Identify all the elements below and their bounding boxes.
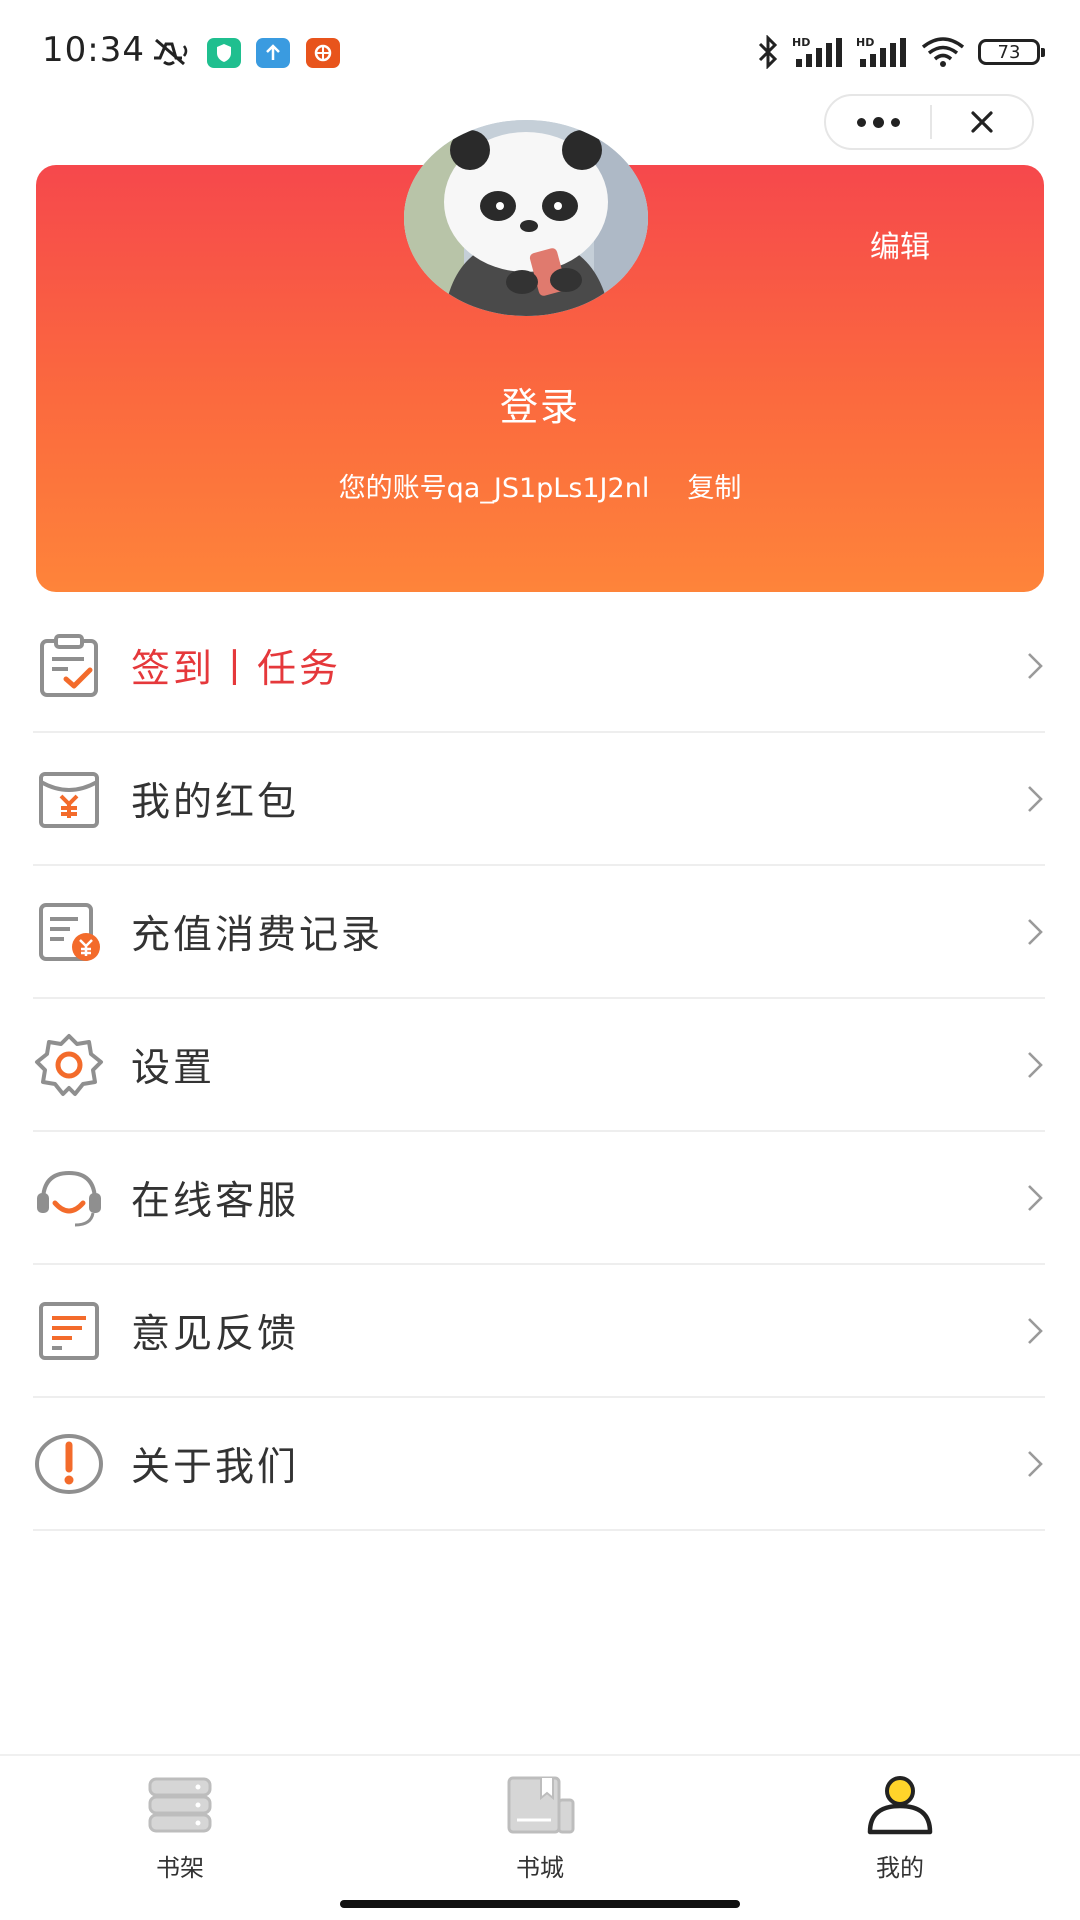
menu-item-checkin-tasks[interactable]: 签到丨任务	[33, 600, 1045, 733]
battery-level: 73	[997, 41, 1021, 63]
menu-item-label: 充值消费记录	[131, 912, 384, 958]
avatar[interactable]	[404, 120, 648, 316]
signal-icon-1: HD	[792, 36, 842, 67]
login-button[interactable]: 登录	[0, 376, 1080, 431]
battery-indicator: 73	[978, 39, 1045, 65]
exclamation-icon	[33, 1428, 105, 1500]
edit-profile-link[interactable]: 编辑	[870, 222, 930, 266]
tab-label: 我的	[876, 1854, 924, 1882]
feedback-icon	[33, 1295, 105, 1367]
tab-mine[interactable]: 我的	[800, 1774, 1000, 1883]
home-indicator[interactable]	[340, 1900, 740, 1908]
menu-item-customer-service[interactable]: 在线客服	[33, 1132, 1045, 1265]
menu-item-feedback[interactable]: 意见反馈	[33, 1265, 1045, 1398]
miniprogram-capsule	[824, 94, 1034, 150]
menu-item-label: 签到丨任务	[131, 646, 342, 692]
wifi-icon	[921, 37, 965, 67]
shield-app-icon	[207, 38, 241, 68]
menu-item-label: 我的红包	[131, 779, 300, 825]
menu-item-label: 在线客服	[131, 1178, 300, 1224]
svg-text:HD: HD	[856, 36, 874, 49]
red-packet-icon	[33, 763, 105, 835]
bookstore-icon	[503, 1774, 577, 1836]
tab-label: 书城	[516, 1854, 564, 1882]
menu-list: 签到丨任务 我的红包 充值消费记录 设置 在线客服 意见反馈 关于我们	[33, 600, 1045, 1531]
signal-icon-2: HD	[856, 36, 906, 67]
checkin-clipboard-icon	[33, 630, 105, 702]
recharge-record-icon	[33, 896, 105, 968]
user-icon	[863, 1774, 937, 1836]
bookshelf-icon	[143, 1774, 217, 1836]
bottom-tab-bar: 书架 书城 我的	[0, 1754, 1080, 1920]
tab-bookstore[interactable]: 书城	[440, 1774, 640, 1883]
upload-app-icon	[256, 38, 290, 68]
tab-bookshelf[interactable]: 书架	[80, 1774, 280, 1883]
more-dots-icon[interactable]	[826, 96, 930, 148]
chevron-right-icon	[1028, 785, 1043, 812]
menu-item-label: 意见反馈	[131, 1311, 300, 1357]
menu-item-red-packet[interactable]: 我的红包	[33, 733, 1045, 866]
chevron-right-icon	[1028, 1450, 1043, 1477]
menu-item-label: 设置	[131, 1045, 216, 1091]
close-button[interactable]	[932, 96, 1032, 148]
menu-item-label: 关于我们	[131, 1444, 300, 1490]
account-id-text: 您的账号qa_JS1pLs1J2nl	[338, 473, 650, 504]
bluetooth-icon	[758, 35, 778, 69]
svg-text:HD: HD	[792, 36, 810, 49]
menu-item-about-us[interactable]: 关于我们	[33, 1398, 1045, 1531]
gear-icon	[33, 1029, 105, 1101]
copy-account-button[interactable]: 复制	[687, 466, 741, 505]
account-row: 您的账号qa_JS1pLs1J2nl 复制	[0, 466, 1080, 505]
status-bar: 10:34 HD HD 73	[0, 0, 1080, 100]
headset-icon	[33, 1162, 105, 1234]
close-icon	[971, 111, 993, 133]
menu-item-settings[interactable]: 设置	[33, 999, 1045, 1132]
panda-avatar-image	[404, 120, 648, 316]
chevron-right-icon	[1028, 1317, 1043, 1344]
chevron-right-icon	[1028, 1051, 1043, 1078]
chevron-right-icon	[1028, 1184, 1043, 1211]
menu-item-recharge-records[interactable]: 充值消费记录	[33, 866, 1045, 999]
mute-icon	[154, 38, 188, 66]
chevron-right-icon	[1028, 652, 1043, 679]
chevron-right-icon	[1028, 918, 1043, 945]
orange-app-icon	[306, 38, 340, 68]
tab-label: 书架	[156, 1854, 204, 1882]
status-right-group: HD HD 73	[756, 32, 1045, 72]
status-time: 10:34	[42, 30, 145, 70]
